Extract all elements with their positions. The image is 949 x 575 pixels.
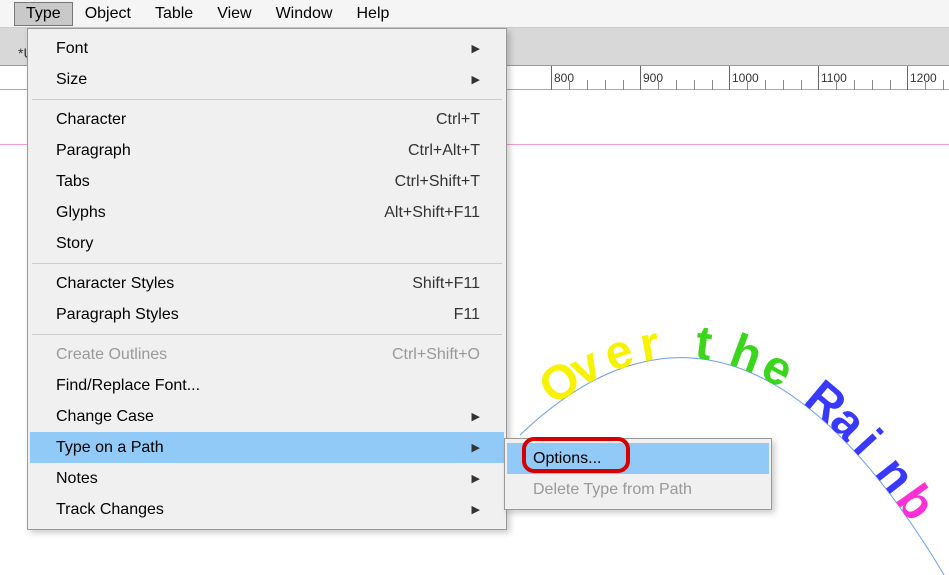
menu-item-character-styles[interactable]: Character StylesShift+F11: [30, 268, 504, 299]
menu-item-label: Character: [56, 111, 436, 129]
menu-item-label: Track Changes: [56, 501, 468, 519]
menu-item-find-replace-font[interactable]: Find/Replace Font...: [30, 370, 504, 401]
menu-item-glyphs[interactable]: GlyphsAlt+Shift+F11: [30, 197, 504, 228]
menu-item-paragraph-styles[interactable]: Paragraph StylesF11: [30, 299, 504, 330]
menu-item-change-case[interactable]: Change Case▶: [30, 401, 504, 432]
menu-item-track-changes[interactable]: Track Changes▶: [30, 494, 504, 525]
menubar: TypeObjectTableViewWindowHelp: [0, 0, 949, 28]
ruler-tick: 900: [640, 66, 663, 90]
submenu-arrow-icon: ▶: [468, 410, 480, 423]
submenu-item-label: Delete Type from Path: [533, 481, 692, 499]
menu-item-label: Paragraph Styles: [56, 306, 454, 324]
menu-item-size[interactable]: Size▶: [30, 64, 504, 95]
menu-window[interactable]: Window: [264, 2, 345, 26]
menu-item-label: Story: [56, 235, 480, 253]
ruler-tick: 1200: [907, 66, 937, 90]
submenu-arrow-icon: ▶: [468, 73, 480, 86]
menu-item-label: Font: [56, 40, 468, 58]
menu-item-label: Character Styles: [56, 275, 412, 293]
shortcut-label: Ctrl+T: [436, 111, 480, 129]
menu-separator: [32, 263, 502, 264]
menu-item-label: Paragraph: [56, 142, 408, 160]
ruler-tick: 800: [551, 66, 574, 90]
menu-view[interactable]: View: [205, 2, 263, 26]
menu-separator: [32, 334, 502, 335]
shortcut-label: Ctrl+Shift+T: [395, 173, 480, 191]
menu-item-label: Tabs: [56, 173, 395, 191]
menu-separator: [32, 99, 502, 100]
ruler-tick: 1000: [729, 66, 759, 90]
menu-item-type-on-a-path[interactable]: Type on a Path▶: [30, 432, 504, 463]
menu-item-label: Glyphs: [56, 204, 384, 222]
text-on-path: Over the Rainb: [510, 275, 949, 575]
shortcut-label: F11: [454, 306, 480, 324]
menu-item-notes[interactable]: Notes▶: [30, 463, 504, 494]
menu-object[interactable]: Object: [73, 2, 143, 26]
submenu-arrow-icon: ▶: [468, 503, 480, 516]
menu-item-font[interactable]: Font▶: [30, 33, 504, 64]
menu-item-character[interactable]: CharacterCtrl+T: [30, 104, 504, 135]
menu-item-label: Notes: [56, 470, 468, 488]
submenu-item-options[interactable]: Options...: [507, 443, 769, 474]
submenu-arrow-icon: ▶: [468, 42, 480, 55]
submenu-arrow-icon: ▶: [468, 472, 480, 485]
submenu-arrow-icon: ▶: [468, 441, 480, 454]
menu-item-paragraph[interactable]: ParagraphCtrl+Alt+T: [30, 135, 504, 166]
shortcut-label: Alt+Shift+F11: [384, 204, 480, 222]
menu-item-label: Change Case: [56, 408, 468, 426]
menu-item-story[interactable]: Story: [30, 228, 504, 259]
ruler-tick: 1100: [818, 66, 847, 90]
menu-item-tabs[interactable]: TabsCtrl+Shift+T: [30, 166, 504, 197]
menu-item-label: Size: [56, 71, 468, 89]
menu-item-label: Create Outlines: [56, 346, 392, 364]
menu-item-label: Find/Replace Font...: [56, 377, 480, 395]
menu-help[interactable]: Help: [344, 2, 401, 26]
shortcut-label: Ctrl+Shift+O: [392, 346, 480, 364]
menu-type[interactable]: Type: [14, 2, 73, 26]
menu-item-create-outlines: Create OutlinesCtrl+Shift+O: [30, 339, 504, 370]
menu-table[interactable]: Table: [143, 2, 205, 26]
menu-item-label: Type on a Path: [56, 439, 468, 457]
submenu-item-label: Options...: [533, 450, 601, 468]
type-on-path-submenu[interactable]: Options... Delete Type from Path: [504, 438, 772, 510]
type-menu-dropdown[interactable]: Font▶Size▶CharacterCtrl+TParagraphCtrl+A…: [27, 28, 507, 530]
shortcut-label: Shift+F11: [412, 275, 480, 293]
shortcut-label: Ctrl+Alt+T: [408, 142, 480, 160]
submenu-item-delete-type-from-path: Delete Type from Path: [507, 474, 769, 505]
